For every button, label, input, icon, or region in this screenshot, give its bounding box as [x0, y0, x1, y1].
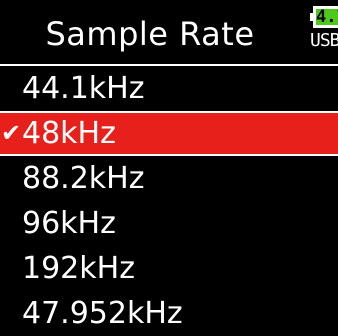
battery-voltage: 4.7	[316, 7, 338, 27]
page-title: Sample Rate	[45, 15, 255, 53]
sample-rate-screen: Sample Rate 4.7 USB 44.1kHz ✔48kHz 88.2k…	[0, 0, 338, 336]
power-source-label: USB	[310, 30, 338, 51]
list-item-192khz[interactable]: 192kHz	[0, 246, 338, 291]
list-item-label: 192kHz	[22, 251, 135, 286]
list-item-label: 96kHz	[22, 206, 116, 241]
list-item-label: 88.2kHz	[22, 161, 145, 196]
list-item-48khz[interactable]: ✔48kHz	[0, 111, 338, 156]
header: Sample Rate 4.7 USB	[0, 0, 338, 66]
list-item-label: 48kHz	[22, 116, 116, 151]
list-item-label: 44.1kHz	[22, 71, 145, 106]
list-item-44-1khz[interactable]: 44.1kHz	[0, 66, 338, 111]
list-item-96khz[interactable]: 96kHz	[0, 201, 338, 246]
list-item-47-952khz[interactable]: 47.952kHz	[0, 291, 338, 336]
battery-icon: 4.7	[310, 6, 338, 28]
list-item-88-2khz[interactable]: 88.2kHz	[0, 156, 338, 201]
check-icon: ✔	[0, 119, 22, 147]
sample-rate-list: 44.1kHz ✔48kHz 88.2kHz 96kHz 192kHz 47.9…	[0, 66, 338, 336]
list-item-label: 47.952kHz	[22, 296, 183, 331]
